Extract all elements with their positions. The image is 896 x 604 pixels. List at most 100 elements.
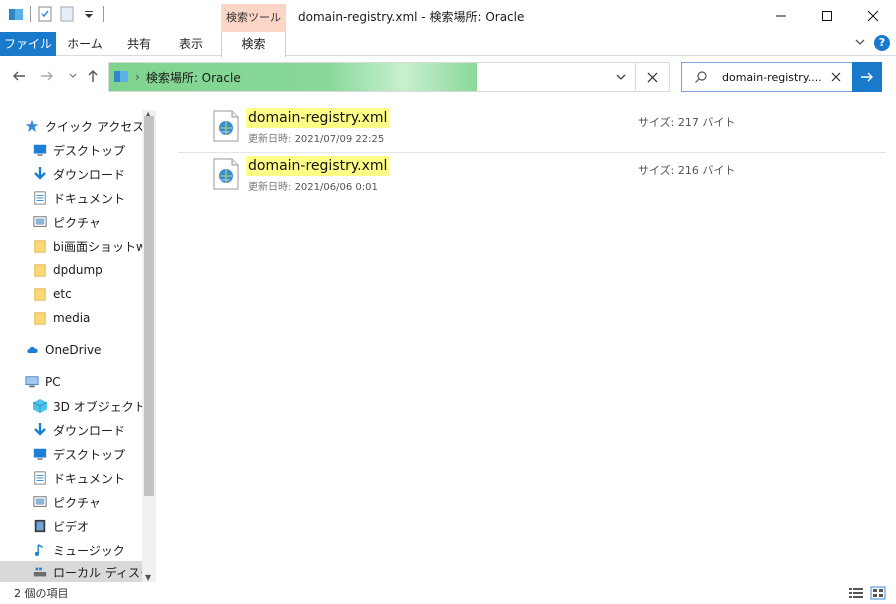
close-button[interactable]	[850, 0, 896, 32]
size-label: サイズ:	[638, 164, 675, 177]
nav-desktop[interactable]: デスクトップ	[32, 443, 125, 465]
result-item[interactable]: domain-registry.xml 更新日時: 2021/07/09 22:…	[210, 100, 890, 145]
address-bar[interactable]: › 検索場所: Oracle	[108, 62, 636, 92]
maximize-icon	[822, 11, 832, 21]
nav-label: media	[53, 311, 91, 325]
nav-onedrive[interactable]: OneDrive	[24, 339, 101, 361]
nav-label: ビデオ	[53, 519, 90, 534]
nav-documents[interactable]: ドキュメント	[32, 467, 125, 489]
chevron-down-icon[interactable]	[615, 71, 627, 83]
stop-search-button[interactable]	[636, 62, 670, 92]
large-icons-view-icon[interactable]	[870, 586, 886, 600]
close-icon	[867, 10, 879, 22]
tab-view[interactable]: 表示	[168, 32, 214, 56]
nav-videos[interactable]: ビデオ	[32, 515, 89, 537]
date-label: 更新日時:	[248, 134, 292, 145]
date-value: 2021/07/09 22:25	[294, 134, 385, 145]
xml-file-icon	[213, 110, 239, 142]
result-size: サイズ: 216 バイト	[638, 162, 735, 178]
tab-home[interactable]: ホーム	[62, 32, 108, 56]
results-pane: domain-registry.xml 更新日時: 2021/07/09 22:…	[160, 100, 896, 580]
result-filename[interactable]: domain-registry.xml	[246, 156, 390, 176]
forward-button[interactable]	[38, 67, 56, 85]
document-icon	[32, 190, 48, 206]
nav-pictures[interactable]: ピクチャ	[32, 491, 101, 513]
nav-folder-dpdump[interactable]: dpdump	[32, 259, 103, 281]
folder-icon	[32, 286, 48, 302]
tab-file[interactable]: ファイル	[0, 32, 56, 56]
qat-separator	[103, 6, 104, 22]
nav-label: ダウンロード	[53, 423, 126, 438]
nav-desktop-pinned[interactable]: デスクトップ	[32, 139, 142, 161]
result-size: サイズ: 217 バイト	[638, 114, 735, 130]
nav-label: etc	[53, 287, 72, 301]
expand-ribbon-button[interactable]	[854, 36, 866, 51]
qat-separator	[30, 6, 31, 22]
properties-icon[interactable]	[37, 6, 53, 22]
video-icon	[32, 518, 48, 534]
nav-music[interactable]: ミュージック	[32, 539, 125, 561]
pc-icon	[24, 374, 40, 390]
cloud-icon	[24, 342, 40, 358]
folder-icon	[113, 68, 129, 87]
date-label: 更新日時:	[248, 182, 292, 193]
minimize-button[interactable]	[758, 0, 804, 32]
nav-documents-pinned[interactable]: ドキュメント	[32, 187, 142, 209]
tab-search[interactable]: 検索	[221, 32, 286, 57]
nav-label: 3D オブジェクト	[53, 399, 146, 414]
arrow-right-icon	[41, 71, 53, 81]
result-item[interactable]: domain-registry.xml 更新日時: 2021/06/06 0:0…	[210, 148, 890, 193]
nav-downloads-pinned[interactable]: ダウンロード	[32, 163, 142, 185]
navigation-pane: クイック アクセス デスクトップ ダウンロード ドキュメント ピクチャ bi画面…	[0, 110, 156, 582]
folder-icon	[32, 262, 48, 278]
nav-3d-objects[interactable]: 3D オブジェクト	[32, 395, 146, 417]
ribbon-tab-row: ファイル ホーム 共有 表示 検索 ?	[0, 32, 896, 57]
breadcrumb-path[interactable]: 検索場所: Oracle	[146, 69, 241, 86]
breadcrumb-separator[interactable]: ›	[135, 70, 140, 84]
result-filename[interactable]: domain-registry.xml	[246, 108, 390, 128]
search-box[interactable]: domain-registry....	[681, 62, 853, 92]
maximize-button[interactable]	[804, 0, 850, 32]
title-bar: 検索ツール domain-registry.xml - 検索場所: Oracle	[0, 0, 896, 32]
help-button[interactable]: ?	[874, 35, 890, 51]
nav-label: ドキュメント	[53, 471, 126, 486]
size-label: サイズ:	[638, 116, 675, 129]
desktop-icon	[32, 142, 48, 158]
nav-folder-media[interactable]: media	[32, 307, 90, 329]
nav-label: ドキュメント	[53, 191, 126, 206]
explorer-window: 検索ツール domain-registry.xml - 検索場所: Oracle…	[0, 0, 896, 604]
nav-label: PC	[45, 375, 61, 389]
nav-pc[interactable]: PC	[24, 371, 61, 393]
up-button[interactable]	[84, 67, 102, 85]
nav-downloads[interactable]: ダウンロード	[32, 419, 125, 441]
search-go-button[interactable]	[852, 62, 882, 92]
folder-window-icon[interactable]	[8, 6, 24, 22]
nav-label: bi画面ショットwin	[53, 239, 156, 254]
details-view-icon[interactable]	[848, 586, 864, 600]
recent-locations-button[interactable]	[64, 67, 82, 85]
tab-share[interactable]: 共有	[116, 32, 162, 56]
new-folder-icon[interactable]	[59, 6, 75, 22]
scroll-down-icon[interactable]: ▼	[145, 573, 151, 582]
arrow-right-icon	[861, 72, 873, 82]
search-input[interactable]: domain-registry....	[722, 71, 822, 84]
nav-label: ピクチャ	[53, 215, 101, 230]
nav-label: ダウンロード	[53, 167, 126, 182]
nav-scrollbar[interactable]: ▲ ▼	[142, 110, 156, 582]
nav-label: OneDrive	[45, 343, 102, 357]
back-button[interactable]	[10, 67, 28, 85]
nav-folder-etc[interactable]: etc	[32, 283, 72, 305]
scrollbar-thumb[interactable]	[144, 116, 154, 496]
nav-quick-access[interactable]: クイック アクセス	[24, 115, 144, 137]
document-icon	[32, 470, 48, 486]
date-value: 2021/06/06 0:01	[294, 182, 378, 193]
ribbon-right-controls: ?	[854, 35, 890, 51]
customize-qat-icon[interactable]	[81, 6, 97, 22]
nav-local-disk[interactable]: ローカル ディスク (C	[0, 561, 156, 582]
nav-pictures-pinned[interactable]: ピクチャ	[32, 211, 142, 233]
nav-label: ローカル ディスク (C	[53, 565, 156, 580]
clear-search-icon[interactable]	[830, 71, 842, 83]
nav-folder-bi[interactable]: bi画面ショットwin	[32, 235, 156, 257]
pictures-icon	[32, 494, 48, 510]
desktop-icon	[32, 446, 48, 462]
